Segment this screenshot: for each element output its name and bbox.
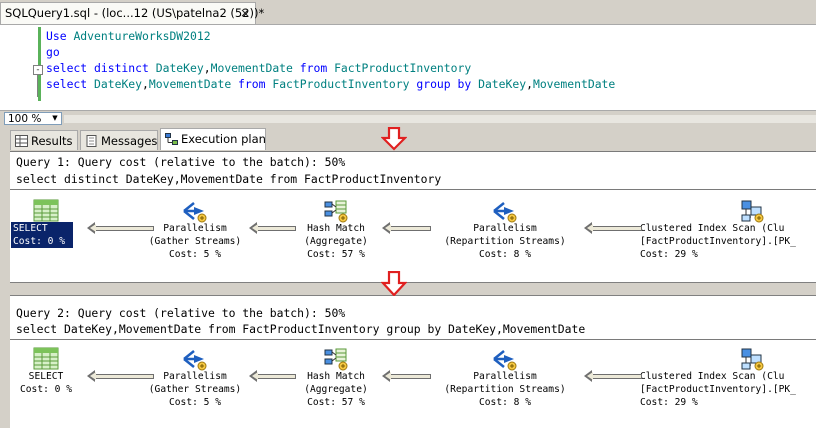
code-line-3: select distinct DateKey,MovementDate fro… <box>46 60 471 76</box>
plan-connector-arrow <box>87 222 154 234</box>
plan-node-sub: (Repartition Streams) <box>444 236 566 247</box>
query-1-header: Query 1: Query cost (relative to the bat… <box>16 155 346 169</box>
plan-node-name: Clustered Index Scan (Clu <box>640 371 785 382</box>
plan-node-sub: [FactProductInventory].[PK_ <box>640 236 796 247</box>
chevron-down-icon[interactable]: ▼ <box>49 113 61 124</box>
plan-connector-arrow <box>87 370 154 382</box>
plan-node-line: (Repartition Streams) <box>395 235 615 248</box>
code-token: MovementDate <box>210 61 300 75</box>
messages-icon <box>86 135 97 147</box>
code-token: Use <box>46 29 74 43</box>
plan-node-line: (Repartition Streams) <box>395 383 615 396</box>
plan-node-cost: Cost: 8 % <box>479 397 531 408</box>
plan-node-cost: Cost: 29 % <box>640 249 698 260</box>
plan-node-name: Clustered Index Scan (Clu <box>640 223 785 234</box>
tab-execution-plan-label: Execution plan <box>181 132 266 146</box>
plan-splitter[interactable] <box>10 282 816 296</box>
code-token: go <box>46 45 60 59</box>
code-token: select <box>46 77 95 91</box>
code-token: from <box>238 77 273 91</box>
code-line-4: select DateKey,MovementDate from FactPro… <box>46 76 615 92</box>
grid-icon <box>15 135 28 147</box>
document-tab[interactable]: SQLQuery1.sql - (loc...12 (US\patelna2 (… <box>0 2 264 24</box>
plan-node-line: Cost: 8 % <box>395 396 615 409</box>
code-line-1: Use AdventureWorksDW2012 <box>46 28 211 44</box>
plan-separator <box>10 189 816 190</box>
editor-horizontal-scrollbar[interactable] <box>64 115 816 123</box>
query-1-sql: select distinct DateKey,MovementDate fro… <box>16 172 442 186</box>
plan-node-sub: (Repartition Streams) <box>444 384 566 395</box>
tab-results[interactable]: Results <box>10 130 78 150</box>
plan-node-label[interactable]: Clustered Index Scan (Clu [FactProductInv… <box>640 370 816 409</box>
plan-node-label[interactable]: Clustered Index Scan (Clu [FactProductInv… <box>640 222 816 261</box>
editor-statusbar: 100 % ▼ <box>0 110 816 127</box>
code-token: DateKey <box>94 77 143 91</box>
code-token: MovementDate <box>148 77 239 91</box>
plan-node-line: Cost: 0 % <box>11 235 81 248</box>
outline-line <box>37 75 38 97</box>
outline-collapse-icon[interactable]: - <box>33 65 43 75</box>
plan-connector-arrow <box>382 370 431 382</box>
plan-node-sub: [FactProductInventory].[PK_ <box>640 384 796 395</box>
plan-node-line: [FactProductInventory].[PK_ <box>640 383 816 396</box>
query-2-sql: select DateKey,MovementDate from FactPro… <box>16 322 586 336</box>
plan-connector-arrow <box>249 370 296 382</box>
code-token: , <box>526 77 533 91</box>
tab-messages-label: Messages <box>101 134 158 148</box>
plan-node-line: Cost: 29 % <box>640 248 816 261</box>
execution-plan-icon <box>165 133 178 145</box>
plan-separator <box>10 151 816 152</box>
tab-execution-plan[interactable]: Execution plan <box>160 128 266 150</box>
annotation-arrow-icon <box>381 271 407 297</box>
code-token: from <box>299 61 335 75</box>
code-token: select distinct <box>46 61 156 75</box>
query-plan-1: Query 1: Query cost (relative to the bat… <box>10 151 816 282</box>
plan-node-line: [FactProductInventory].[PK_ <box>640 235 816 248</box>
query-editor[interactable]: - Use AdventureWorksDW2012 go select dis… <box>0 24 816 111</box>
annotation-arrow-icon <box>381 127 407 151</box>
plan-node-cost: Cost: 29 % <box>640 397 698 408</box>
code-token: group by <box>416 77 479 91</box>
tab-messages[interactable]: Messages <box>80 130 158 150</box>
plan-node-line: Clustered Index Scan (Clu <box>640 370 816 383</box>
close-tab-icon[interactable]: × <box>240 3 250 23</box>
code-line-2: go <box>46 44 60 60</box>
code-token: MovementDate <box>532 77 616 91</box>
tab-results-label: Results <box>31 134 73 148</box>
plan-node-cost: Cost: 0 % <box>11 235 73 248</box>
zoom-value: 100 % <box>8 113 42 125</box>
plan-node-cost: Cost: 8 % <box>479 249 531 260</box>
query-2-header: Query 2: Query cost (relative to the bat… <box>16 306 346 320</box>
zoom-select[interactable]: 100 % ▼ <box>4 112 62 125</box>
plan-connector-arrow <box>382 222 431 234</box>
plan-node-line: Clustered Index Scan (Clu <box>640 222 816 235</box>
plan-node-line: Cost: 8 % <box>395 248 615 261</box>
plan-connector-arrow <box>584 370 642 382</box>
code-token: DateKey <box>155 61 204 75</box>
results-tabstrip: Results Messages Execution plan <box>0 127 816 151</box>
plan-connector-arrow <box>584 222 642 234</box>
change-tracking-bar <box>38 27 41 101</box>
code-token: DateKey <box>478 77 527 91</box>
code-token: FactProductInventory <box>272 77 417 91</box>
plan-node-line: SELECT <box>11 222 81 235</box>
code-token: FactProductInventory <box>334 61 472 75</box>
document-tab-title: SQLQuery1.sql - (loc...12 (US\patelna2 (… <box>5 6 265 20</box>
code-token: , <box>142 77 149 91</box>
plan-node-line: Cost: 29 % <box>640 396 816 409</box>
code-token: , <box>203 61 211 75</box>
plan-separator <box>10 339 816 340</box>
plan-connector-arrow <box>249 222 296 234</box>
plan-node-label[interactable]: SELECT Cost: 0 % <box>11 222 81 248</box>
code-token: AdventureWorksDW2012 <box>73 29 211 43</box>
plan-node-name: SELECT <box>11 222 73 235</box>
